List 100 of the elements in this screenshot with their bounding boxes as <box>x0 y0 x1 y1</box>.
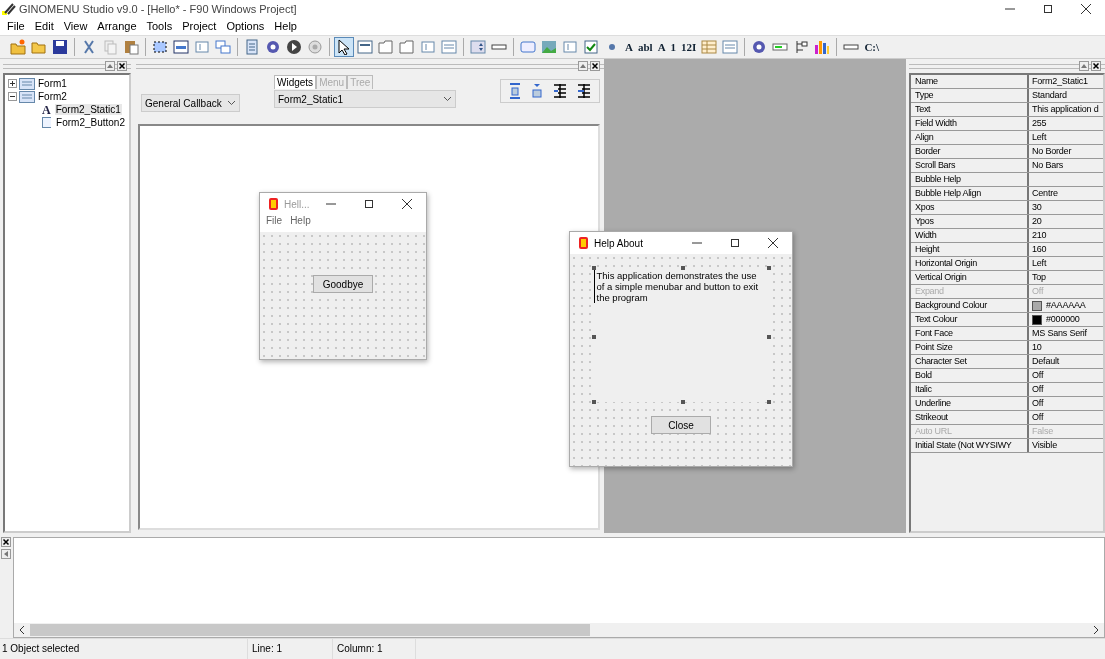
maximize-icon[interactable] <box>364 199 374 209</box>
property-value[interactable]: Off <box>1032 383 1044 396</box>
align-top-icon[interactable] <box>509 83 521 99</box>
tree-icon[interactable] <box>793 39 810 55</box>
folder-icon[interactable] <box>399 39 415 55</box>
tree-item[interactable]: Form2_Button2 <box>55 117 126 128</box>
button-icon[interactable] <box>520 39 536 55</box>
frame-icon[interactable] <box>173 39 189 55</box>
property-value[interactable]: No Border <box>1032 145 1072 158</box>
property-value[interactable]: 30 <box>1032 201 1042 214</box>
close-icon[interactable] <box>117 61 127 71</box>
cut-icon[interactable] <box>81 39 97 55</box>
property-value[interactable]: Form2_Static1 <box>1032 75 1088 88</box>
property-name: Type <box>911 89 1029 102</box>
property-value[interactable]: Visible <box>1032 439 1057 452</box>
indent-icon[interactable] <box>553 83 567 99</box>
widget-dropdown[interactable]: Form2_Static1 <box>274 90 456 108</box>
chevron-down-icon[interactable] <box>443 96 452 102</box>
menu-item[interactable]: Help <box>288 215 317 232</box>
property-value[interactable]: Left <box>1032 131 1047 144</box>
close-icon[interactable] <box>1081 3 1091 14</box>
property-value[interactable]: Off <box>1032 411 1044 424</box>
status-text: 1 Object selected <box>0 639 248 659</box>
save-icon[interactable] <box>52 39 68 55</box>
property-value[interactable]: No Bars <box>1032 159 1064 172</box>
dock-toggle-icon[interactable] <box>105 61 115 71</box>
property-value[interactable]: Default <box>1032 355 1060 368</box>
folder-icon[interactable] <box>378 39 394 55</box>
toolbar-button[interactable]: A <box>655 38 668 56</box>
toolbar-button[interactable]: 12I <box>679 38 699 56</box>
stack-icon[interactable] <box>215 39 231 55</box>
horizontal-scrollbar[interactable] <box>14 623 1104 637</box>
property-value[interactable]: MS Sans Serif <box>1032 327 1087 340</box>
form-button[interactable]: Goodbye <box>313 275 373 293</box>
close-icon[interactable] <box>590 61 600 71</box>
property-value[interactable]: Off <box>1032 397 1044 410</box>
pointer-icon[interactable] <box>336 39 352 55</box>
menu-item[interactable]: Help <box>269 20 302 32</box>
menu-item[interactable]: Edit <box>29 20 59 32</box>
window-icon[interactable] <box>357 39 373 55</box>
property-value[interactable]: #000000 <box>1046 313 1080 326</box>
property-value[interactable]: #AAAAAA <box>1046 299 1086 312</box>
property-value[interactable]: Left <box>1032 257 1047 270</box>
check-icon[interactable] <box>583 39 599 55</box>
align-bottom-icon[interactable] <box>531 83 543 99</box>
menu-item[interactable]: File <box>264 215 289 232</box>
property-value[interactable]: This application d <box>1032 103 1099 116</box>
menu-item[interactable]: Tools <box>141 20 178 32</box>
chart-icon[interactable] <box>814 39 831 55</box>
property-value[interactable]: Standard <box>1032 89 1067 102</box>
maximize-icon[interactable] <box>1043 3 1053 14</box>
property-name: Background Colour <box>911 299 1029 312</box>
property-value[interactable]: 160 <box>1032 243 1047 256</box>
property-value[interactable]: 20 <box>1032 215 1042 228</box>
menu-item[interactable]: Project <box>177 20 222 32</box>
property-value[interactable]: 10 <box>1032 341 1042 354</box>
selection-frame[interactable]: This application demonstrates the use of a simple menubar and button to exit the program <box>593 268 769 402</box>
maximize-icon[interactable] <box>730 238 740 248</box>
open-icon[interactable] <box>31 39 47 55</box>
tree-item[interactable]: Form1 <box>37 78 68 89</box>
property-value[interactable]: 210 <box>1032 229 1047 242</box>
chevron-down-icon[interactable] <box>227 100 236 106</box>
property-value[interactable]: Top <box>1032 271 1046 284</box>
toolbar-button[interactable]: C:\ <box>862 38 882 56</box>
expand-icon[interactable] <box>8 79 17 88</box>
toolbar-button[interactable]: abl <box>635 38 655 56</box>
close-icon[interactable] <box>1091 61 1101 71</box>
menu-item[interactable]: Options <box>221 20 270 32</box>
dock-toggle-icon[interactable] <box>1 549 11 559</box>
toolbar-button[interactable]: 1 <box>668 38 679 56</box>
collapse-icon[interactable] <box>8 92 17 101</box>
form-button[interactable]: Close <box>651 416 711 434</box>
property-name: Name <box>911 75 1029 88</box>
tree-item[interactable]: Form2 <box>37 91 68 102</box>
dock-toggle-icon[interactable] <box>578 61 588 71</box>
select-icon[interactable] <box>152 39 168 55</box>
close-icon[interactable] <box>768 238 778 248</box>
property-value[interactable]: Off <box>1032 369 1044 382</box>
property-value[interactable]: Centre <box>1032 187 1058 200</box>
menu-item[interactable]: Arrange <box>92 20 142 32</box>
property-name: Bold <box>911 369 1029 382</box>
menu-item[interactable]: View <box>58 20 93 32</box>
close-icon[interactable] <box>1 537 11 547</box>
status-text: Column: 1 <box>333 639 416 659</box>
paste-icon[interactable] <box>123 39 139 55</box>
scroll-left-icon[interactable] <box>18 625 26 635</box>
outdent-icon[interactable] <box>577 83 591 99</box>
spin-icon[interactable] <box>470 39 486 55</box>
close-icon[interactable] <box>402 199 412 209</box>
toolbar-button[interactable]: A <box>623 38 635 56</box>
dock-toggle-icon[interactable] <box>1079 61 1089 71</box>
window-title: GINOMENU Studio v9.0 - [Hello* - F90 Windows Project] <box>19 2 297 15</box>
callback-dropdown[interactable]: General Callback <box>141 94 240 112</box>
play-icon[interactable] <box>286 39 302 55</box>
tree-item[interactable]: Form2_Static1 <box>54 104 122 115</box>
menu-item[interactable]: File <box>2 20 30 32</box>
scroll-right-icon[interactable] <box>1092 625 1100 635</box>
tab[interactable]: Widgets <box>274 75 317 89</box>
property-value[interactable]: 255 <box>1032 117 1047 130</box>
image-icon[interactable] <box>541 39 557 55</box>
